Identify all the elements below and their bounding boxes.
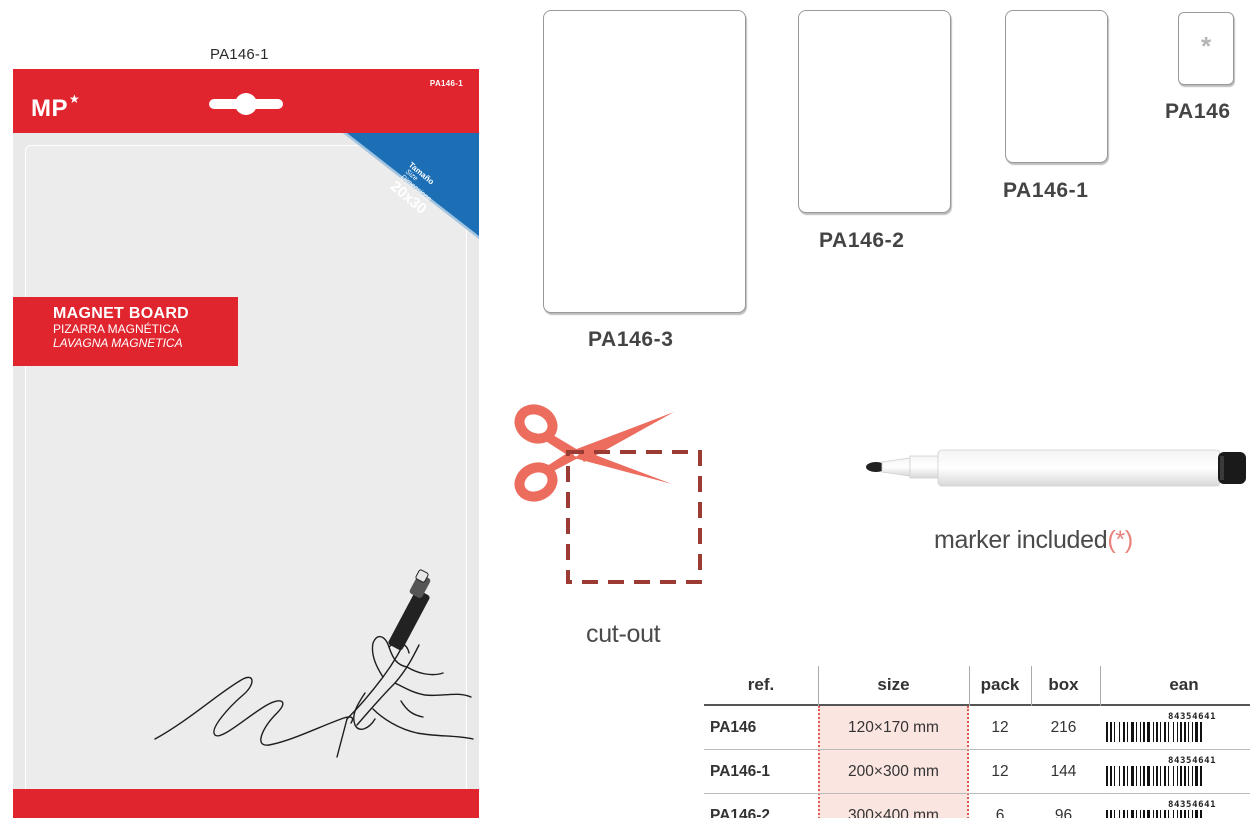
product-table: ref. size pack box ean PA146 120×170 mm … — [704, 666, 1250, 818]
ean-digits: 84354641 — [1168, 799, 1217, 810]
col-header-pack: pack — [980, 675, 1020, 694]
cell-size: 300×400 mm — [848, 806, 939, 818]
product-name-it: LAVAGNA MAGNETICA — [53, 336, 183, 351]
cell-pack: 6 — [995, 806, 1005, 818]
cell-size: 200×300 mm — [848, 762, 939, 780]
board-label-pa146-1: PA146-1 — [1003, 179, 1089, 202]
cell-box: 144 — [1050, 762, 1077, 780]
product-name-band: MAGNET BOARD PIZARRA MAGNÉTICA LAVAGNA M… — [13, 297, 238, 366]
table-row: PA146-1 200×300 mm 12 144 84354641 — [704, 750, 1250, 794]
board-label-pa146-3: PA146-3 — [588, 328, 674, 351]
cutout-label: cut-out — [586, 620, 661, 648]
package-code: PA146-1 — [429, 79, 463, 88]
ean-digits: 84354641 — [1168, 711, 1217, 722]
col-header-ean: ean — [1169, 675, 1199, 694]
cutout-frame-icon — [566, 450, 702, 584]
cell-box: 216 — [1050, 718, 1077, 736]
product-name-en: MAGNET BOARD — [53, 305, 190, 322]
barcode-icon — [1106, 765, 1202, 786]
cell-ref: PA146 — [710, 718, 757, 736]
cell-pack: 12 — [991, 718, 1009, 736]
table-row: PA146-2 300×400 mm 6 96 84354641 — [704, 794, 1250, 818]
board-label-pa146-2: PA146-2 — [819, 229, 905, 252]
board-size-pa146-2 — [798, 10, 951, 213]
package-ref-label: PA146-1 — [210, 46, 269, 63]
col-header-size: size — [877, 675, 910, 694]
cell-box: 96 — [1054, 806, 1073, 818]
product-name-es: PIZARRA MAGNÉTICA — [53, 322, 180, 337]
marker-label: marker included(*) — [934, 526, 1133, 554]
barcode-icon — [1106, 721, 1202, 742]
col-header-box: box — [1048, 675, 1079, 694]
cell-ean: 84354641 — [1104, 706, 1250, 749]
col-divider — [1100, 666, 1101, 706]
col-header-ref: ref. — [747, 675, 775, 694]
cell-ean: 84354641 — [1104, 750, 1250, 793]
board-label-pa146: PA146 — [1165, 100, 1231, 123]
hang-hole-icon — [209, 93, 283, 115]
board-size-pa146-1 — [1005, 10, 1108, 163]
barcode-icon — [1106, 809, 1202, 818]
ean-digits: 84354641 — [1168, 755, 1217, 766]
marker-icon — [866, 449, 1246, 487]
asterisk-mark: * — [1200, 31, 1212, 61]
package-footer-band — [13, 789, 479, 818]
board-size-pa146-3 — [543, 10, 746, 313]
product-package: MP★ PA146-1 Tamaño Size Dimensione 20x30… — [13, 69, 479, 818]
table-header: ref. size pack box ean — [704, 666, 1250, 706]
table-row: PA146 120×170 mm 12 216 84354641 — [704, 706, 1250, 750]
cell-ref: PA146-2 — [710, 806, 771, 818]
cell-ean: 84354641 — [1104, 794, 1250, 818]
brand-logo: MP★ — [31, 92, 81, 122]
cell-ref: PA146-1 — [710, 762, 771, 780]
cell-pack: 12 — [991, 762, 1009, 780]
cell-size: 120×170 mm — [848, 718, 939, 736]
hand-drawing-icon — [154, 569, 474, 758]
board-size-pa146: * — [1178, 12, 1234, 85]
